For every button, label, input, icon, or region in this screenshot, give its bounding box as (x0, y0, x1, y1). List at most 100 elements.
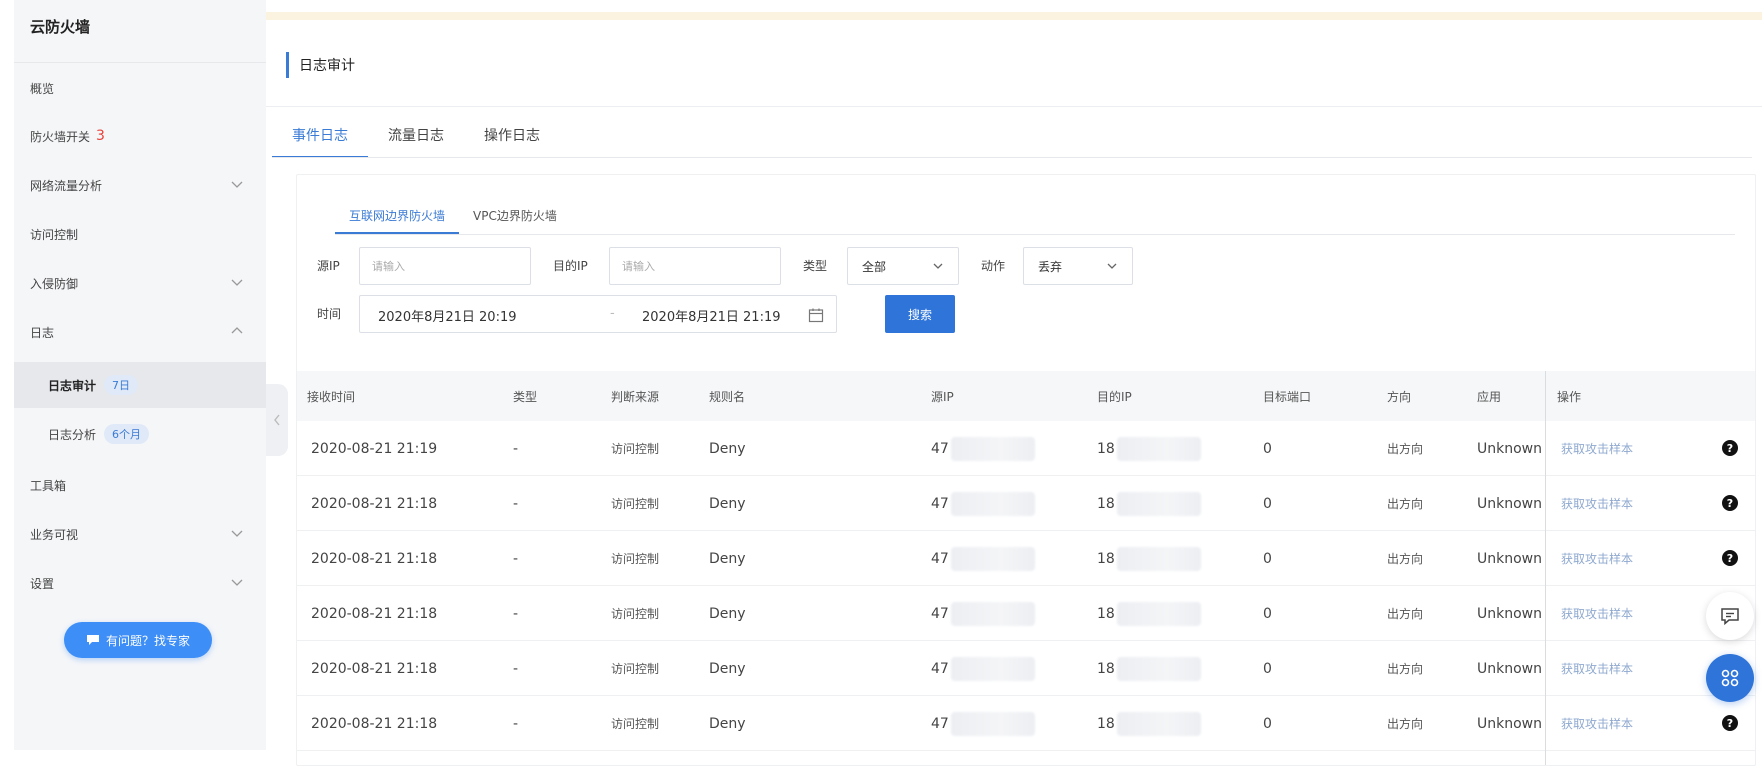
sidebar-item-toolbox[interactable]: 工具箱 (14, 465, 266, 505)
cell-dst-ip: 18 (1097, 696, 1201, 751)
cell-dst-ip: 18 (1097, 586, 1201, 641)
sidebar-item-log-analysis[interactable]: 日志分析 6个月 (14, 414, 266, 454)
tab-traffic-logs[interactable]: 流量日志 (368, 112, 464, 158)
time-start: 2020年8月21日 20:19 (378, 310, 517, 325)
cell-receive-time: 2020-08-21 21:18 (311, 641, 437, 696)
search-button[interactable]: 搜索 (885, 295, 955, 333)
retention-pill: 7日 (104, 375, 139, 395)
calendar-icon (808, 308, 824, 323)
sidebar-item-access-control[interactable]: 访问控制 (14, 214, 266, 254)
redacted-ip-mask (1116, 601, 1201, 626)
cell-rule-name: Deny (709, 696, 746, 751)
ask-expert-label: 有问题？找专家 (105, 633, 190, 648)
cell-application-text: Unknown (1477, 550, 1542, 567)
time-range-picker[interactable]: 2020年8月21日 20:19 - 2020年8月21日 21:19 (359, 295, 837, 333)
dst-ip-input[interactable]: 请输入 (609, 247, 781, 285)
get-attack-sample-link[interactable]: 获取攻击样本 (1561, 531, 1633, 586)
question-circle-icon[interactable]: ? (1721, 439, 1739, 457)
sidebar-item-business-visual[interactable]: 业务可视 (14, 514, 266, 554)
sidebar-item-firewall-switch[interactable]: 防火墙开关 3 (14, 116, 266, 156)
cell-rule-name-text: Deny (709, 660, 746, 677)
cell-dst-ip-text: 18 (1097, 440, 1115, 457)
subtab-vpc-firewall[interactable]: VPC边界防火墙 (459, 197, 571, 233)
cell-type: - (513, 696, 518, 751)
src-ip-input[interactable]: 请输入 (359, 247, 531, 285)
chevron-down-icon (933, 263, 943, 269)
redacted-ip-mask (950, 546, 1035, 571)
chevron-down-icon (231, 579, 243, 586)
sidebar-item-settings[interactable]: 设置 (14, 563, 266, 603)
action-select[interactable]: 丢弃 (1023, 247, 1133, 285)
apps-button[interactable] (1706, 654, 1754, 702)
svg-text:?: ? (1727, 497, 1733, 510)
action-select-value: 丢弃 (1038, 259, 1063, 274)
tab-operation-logs[interactable]: 操作日志 (464, 112, 560, 158)
col-receive-time: 接收时间 (307, 389, 356, 404)
cell-dst-ip: 18 (1097, 641, 1201, 696)
divider (272, 157, 1752, 158)
question-circle-icon[interactable]: ? (1721, 549, 1739, 567)
cell-application-text: Unknown (1477, 440, 1542, 457)
cell-dst-port-text: 0 (1263, 605, 1272, 622)
get-attack-sample-link[interactable]: 获取攻击样本 (1561, 696, 1633, 751)
type-select[interactable]: 全部 (847, 247, 959, 285)
get-attack-sample-link[interactable]: 获取攻击样本 (1561, 476, 1633, 531)
sidebar-item-label: 网络流量分析 (30, 178, 103, 193)
sidebar-item-intrusion-prevention[interactable]: 入侵防御 (14, 263, 266, 303)
divider (266, 106, 1762, 107)
sidebar-item-label: 业务可视 (30, 527, 79, 542)
cell-type-text: - (513, 440, 519, 457)
sidebar-item-log-audit[interactable]: 日志审计 7日 (14, 362, 266, 408)
sidebar-item-logs[interactable]: 日志 (14, 312, 266, 352)
sidebar-item-overview[interactable]: 概览 (14, 68, 266, 108)
cell-application-text: Unknown (1477, 660, 1542, 677)
chevron-down-icon (1107, 263, 1117, 269)
cell-src-ip: 47 (931, 421, 1035, 476)
svg-text:?: ? (1727, 552, 1733, 565)
cell-direction-text: 出方向 (1387, 607, 1424, 621)
src-ip-label: 源IP (317, 259, 340, 273)
cell-src-ip-text: 47 (931, 605, 949, 622)
cell-type: - (513, 531, 518, 586)
cell-receive-time: 2020-08-21 21:18 (311, 476, 437, 531)
subtab-internet-firewall[interactable]: 互联网边界防火墙 (335, 197, 460, 234)
cell-judge-source: 访问控制 (611, 476, 659, 531)
tab-event-logs[interactable]: 事件日志 (272, 112, 368, 158)
col-dst-ip: 目的IP (1097, 389, 1132, 404)
ask-expert-button[interactable]: 有问题？找专家 (64, 622, 212, 658)
get-attack-sample-link-text: 获取攻击样本 (1561, 717, 1634, 731)
cell-type: - (513, 476, 518, 531)
type-label: 类型 (803, 259, 828, 273)
cell-direction: 出方向 (1387, 641, 1423, 696)
cell-src-ip-text: 47 (931, 495, 949, 512)
get-attack-sample-link[interactable]: 获取攻击样本 (1561, 421, 1633, 476)
cell-receive-time-text: 2020-08-21 21:19 (311, 440, 438, 457)
cell-application: Unknown (1477, 586, 1542, 641)
get-attack-sample-link[interactable]: 获取攻击样本 (1561, 641, 1633, 696)
cell-direction-text: 出方向 (1387, 552, 1424, 566)
action-label: 动作 (981, 259, 1006, 273)
cell-application: Unknown (1477, 421, 1542, 476)
sidebar-collapse-handle[interactable] (266, 384, 288, 456)
feedback-button[interactable] (1706, 592, 1754, 640)
question-circle-icon[interactable]: ? (1721, 714, 1739, 732)
sidebar-item-traffic-analysis[interactable]: 网络流量分析 (14, 165, 266, 205)
cell-receive-time: 2020-08-21 21:18 (311, 696, 437, 751)
cell-dst-ip: 18 (1097, 531, 1201, 586)
sidebar-item-label: 访问控制 (30, 227, 79, 242)
cell-dst-ip: 18 (1097, 421, 1201, 476)
get-attack-sample-link[interactable]: 获取攻击样本 (1561, 586, 1633, 641)
cell-type: - (513, 641, 518, 696)
cell-src-ip: 47 (931, 696, 1035, 751)
cell-judge-source: 访问控制 (611, 586, 659, 641)
apps-icon (1721, 669, 1739, 687)
redacted-ip-mask (1116, 436, 1201, 461)
cell-type-text: - (513, 660, 519, 677)
cell-dst-port: 0 (1263, 586, 1272, 641)
get-attack-sample-link-text: 获取攻击样本 (1561, 552, 1634, 566)
operation-column-divider (1545, 371, 1546, 765)
question-circle-icon[interactable]: ? (1721, 494, 1739, 512)
log-card: 互联网边界防火墙 VPC边界防火墙 源IP 请输入 目的IP 请输入 类型 全部… (296, 174, 1756, 766)
cell-judge-source: 访问控制 (611, 421, 659, 476)
cell-judge-source-text: 访问控制 (611, 607, 660, 621)
